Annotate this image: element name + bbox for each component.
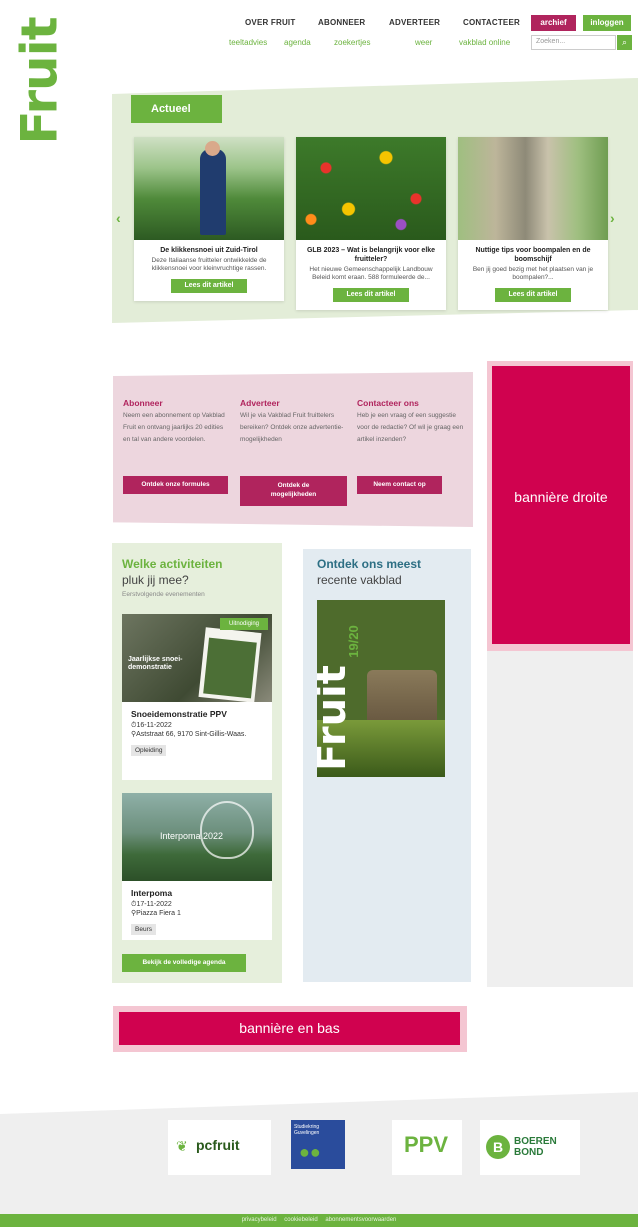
nav-vakblad-online[interactable]: vakblad online (459, 38, 510, 47)
article-excerpt: Ben jij goed bezig met het plaatsen van … (472, 266, 594, 281)
cta-title: Contacteer ons (357, 398, 419, 408)
nav-weer[interactable]: weer (415, 38, 432, 47)
magazine-cover[interactable]: Fruit 19/20 (317, 600, 445, 777)
carousel-prev-icon[interactable]: ‹ (116, 210, 121, 226)
sidebar-panel (487, 651, 633, 987)
article-card: GLB 2023 – Wat is belangrijk voor elke f… (296, 137, 446, 310)
nav-over-fruit[interactable]: OVER FRUIT (245, 18, 295, 27)
footer-link-voorwaarden[interactable]: abonnementsvoorwaarden (325, 1217, 396, 1223)
activities-title: Welke activiteiten (122, 557, 223, 571)
read-article-button[interactable]: Lees dit artikel (495, 288, 571, 302)
article-image (458, 137, 608, 240)
footer-link-privacy[interactable]: privacybeleid (242, 1217, 277, 1223)
banner-right[interactable]: bannière droite (492, 366, 630, 644)
nav-zoekertjes[interactable]: zoekertjes (334, 38, 370, 47)
article-card: Nuttige tips voor boompalen en de boomsc… (458, 137, 608, 310)
article-title[interactable]: Nuttige tips voor boompalen en de boomsc… (458, 240, 608, 266)
article-title[interactable]: De klikkensnoei uit Zuid-Tirol (134, 240, 284, 257)
event-tag: Beurs (131, 924, 156, 935)
cover-issue: 19/20 (345, 625, 361, 658)
event-date: ⏱17-11-2022 (131, 901, 172, 908)
cta-text: Heb je een vraag of een suggestie voor d… (357, 412, 464, 443)
search-icon[interactable]: ⌕ (617, 35, 632, 50)
nav-contacteer[interactable]: CONTACTEER (463, 18, 520, 27)
article-card: De klikkensnoei uit Zuid-Tirol Deze Ital… (134, 137, 284, 301)
event-card[interactable]: Interpoma 2022 Interpoma ⏱17-11-2022 ⚲Pi… (122, 793, 272, 940)
cta-adverteer: Adverteer Wil je via Vakblad Fruit fruit… (240, 398, 348, 446)
neem-contact-button[interactable]: Neem contact op (357, 476, 442, 494)
partner-logo-pcfruit[interactable]: ❦ pcfruit (168, 1120, 271, 1175)
cta-text: Wil je via Vakblad Fruit fruittelers ber… (240, 412, 344, 443)
nav-adverteer[interactable]: ADVERTEER (389, 18, 440, 27)
event-date: ⏱16-11-2022 (131, 722, 172, 729)
event-image: Interpoma 2022 (122, 793, 272, 881)
article-image (296, 137, 446, 240)
cta-contacteer: Contacteer ons Heb je een vraag of een s… (357, 398, 465, 446)
event-tag: Opleiding (131, 745, 167, 756)
partner-logo-studiekring[interactable]: Studiekring Guvelingen ●● (291, 1120, 345, 1169)
carousel-next-icon[interactable]: › (610, 210, 615, 226)
read-article-button[interactable]: Lees dit artikel (333, 288, 409, 302)
banner-bottom[interactable]: bannière en bas (119, 1012, 460, 1045)
view-agenda-button[interactable]: Bekijk de volledige agenda (122, 954, 246, 972)
cta-title: Adverteer (240, 398, 280, 408)
article-title[interactable]: GLB 2023 – Wat is belangrijk voor elke f… (296, 240, 446, 266)
pear-icon: ●● (299, 1142, 321, 1162)
leaf-icon: ❦ (176, 1138, 188, 1154)
vakblad-title: Ontdek ons meest (317, 557, 422, 571)
footer-link-cookie[interactable]: cookiebeleid (284, 1217, 317, 1223)
ontdek-mogelijkheden-button[interactable]: Ontdek de mogelijkheden (240, 476, 347, 506)
event-badge: Uitnodiging (220, 618, 268, 630)
nav-agenda[interactable]: agenda (284, 38, 311, 47)
article-excerpt: Deze Italiaanse fruitteler ontwikkelde d… (151, 257, 267, 272)
boerenbond-b-icon: B (486, 1135, 510, 1159)
article-excerpt: Het nieuwe Gemeenschappelijk Landbouw Be… (309, 266, 433, 281)
nav-teeltadvies[interactable]: teeltadvies (229, 38, 267, 47)
event-image-caption: Jaarlijkse snoei-demonstratie (128, 656, 183, 671)
event-place: ⚲Aststraat 66, 9170 Sint-Gillis-Waas. (131, 731, 247, 738)
logo-text: Fruit (10, 17, 69, 145)
archief-button[interactable]: archief (531, 15, 576, 31)
footer-links: privacybeleid cookiebeleid abonnementsvo… (0, 1214, 638, 1227)
actueel-heading: Actueel (131, 95, 222, 123)
partner-logo-ppv[interactable]: PPV (392, 1120, 462, 1175)
activities-subtitle: Eerstvolgende evenementen (122, 591, 205, 598)
event-card[interactable]: Uitnodiging Jaarlijkse snoei-demonstrati… (122, 614, 272, 780)
inloggen-button[interactable]: inloggen (583, 15, 631, 31)
nav-abonneer[interactable]: ABONNEER (318, 18, 365, 27)
partner-logo-boerenbond[interactable]: B BOEREN BOND (480, 1120, 580, 1175)
event-image-caption: Interpoma 2022 (160, 831, 224, 841)
cta-abonneer: Abonneer Neem een abonnement op Vakblad … (123, 398, 231, 446)
event-title: Snoeidemonstratie PPV (131, 709, 227, 719)
cover-title: Fruit (317, 665, 355, 771)
event-image: Uitnodiging Jaarlijkse snoei-demonstrati… (122, 614, 272, 702)
event-place: ⚲Piazza Fiera 1 (131, 910, 181, 917)
vakblad-title-2: recente vakblad (317, 573, 402, 587)
read-article-button[interactable]: Lees dit artikel (171, 279, 247, 293)
activities-title-2: pluk jij mee? (122, 573, 189, 587)
event-title: Interpoma (131, 888, 173, 898)
ontdek-formules-button[interactable]: Ontdek onze formules (123, 476, 228, 494)
article-image (134, 137, 284, 240)
cta-title: Abonneer (123, 398, 163, 408)
search-input[interactable]: Zoeken... (531, 35, 616, 50)
cta-text: Neem een abonnement op Vakblad Fruit en … (123, 412, 225, 443)
